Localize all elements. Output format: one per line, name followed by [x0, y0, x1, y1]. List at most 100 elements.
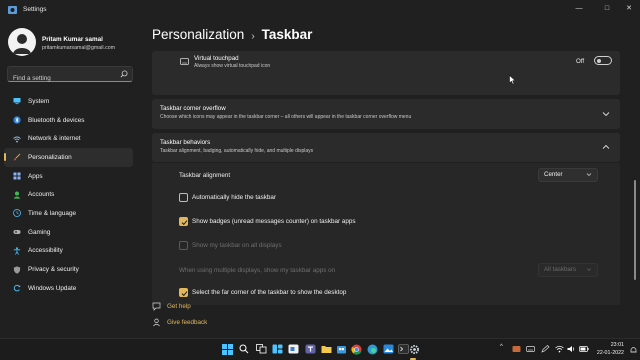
show-badges-label: Show badges (unread messages counter) on… — [192, 218, 356, 225]
sidebar-item-network[interactable]: Network & internet — [4, 129, 133, 148]
gear-icon — [409, 344, 419, 354]
tray-overflow-chevron[interactable]: ^ — [500, 344, 503, 350]
search-icon[interactable] — [120, 70, 128, 78]
alignment-value: Center — [544, 171, 563, 178]
wifi-icon — [13, 136, 21, 143]
chevron-up-icon[interactable] — [601, 143, 611, 151]
clock-globe-icon — [13, 209, 21, 218]
chevron-down-icon — [586, 173, 592, 176]
alignment-dropdown[interactable]: Center — [538, 168, 598, 182]
taskbar-settings-app[interactable] — [408, 343, 420, 355]
controller-icon — [13, 230, 21, 235]
behaviors-panel: Taskbar alignment Center Automatically h… — [152, 163, 620, 305]
search-box[interactable] — [7, 66, 133, 86]
tray-app-icon[interactable] — [512, 345, 521, 353]
sidebar-item-privacy[interactable]: Privacy & security — [4, 260, 133, 279]
corner-overflow-subtitle: Choose which icons may appear in the tas… — [160, 114, 412, 120]
all-displays-checkbox[interactable] — [179, 241, 188, 250]
battery-icon[interactable] — [579, 345, 589, 353]
user-email: pritamkumarsamal@gmail.com — [42, 45, 116, 51]
sidebar-item-label: Accessibility — [28, 247, 63, 255]
sidebar-item-windows-update[interactable]: Windows Update — [4, 279, 133, 298]
avatar[interactable] — [8, 28, 36, 56]
widgets-button[interactable] — [271, 343, 283, 355]
mouse-cursor-icon — [509, 75, 516, 85]
settings-app-icon — [8, 6, 17, 14]
notification-icon[interactable] — [630, 346, 637, 354]
sidebar-item-accounts[interactable]: Accounts — [4, 185, 133, 204]
taskbar-app-3[interactable] — [287, 343, 299, 355]
maximize-button[interactable]: □ — [596, 0, 618, 16]
sidebar-item-time-language[interactable]: Time & language — [4, 204, 133, 223]
touchpad-toggle[interactable] — [594, 56, 612, 65]
give-feedback-link[interactable]: Give feedback — [167, 319, 207, 326]
person-icon — [13, 191, 21, 199]
photos-icon — [383, 344, 393, 354]
sidebar-item-personalization[interactable]: Personalization — [4, 148, 133, 167]
show-badges-checkbox[interactable] — [179, 217, 188, 226]
update-icon — [13, 285, 21, 292]
breadcrumb-separator: › — [251, 31, 255, 42]
chevron-down-icon[interactable] — [601, 110, 611, 118]
apps-icon — [13, 172, 21, 180]
minimize-button[interactable]: — — [568, 0, 590, 16]
taskbar-app-8[interactable] — [366, 343, 378, 355]
windows-logo-icon — [221, 343, 233, 355]
checkmark-icon — [181, 291, 188, 297]
accessibility-icon — [13, 247, 21, 255]
far-corner-checkbox[interactable] — [179, 288, 188, 297]
search-icon — [239, 344, 249, 354]
main-content: Personalization › Taskbar Virtual touchpad… — [140, 20, 640, 338]
taskbar-app-9[interactable] — [382, 343, 394, 355]
far-corner-label: Select the far corner of the taskbar to … — [192, 289, 347, 296]
sidebar-item-apps[interactable]: Apps — [4, 167, 133, 186]
wifi-icon[interactable] — [555, 345, 564, 353]
taskbar-behaviors-card[interactable]: Taskbar behaviors Taskbar alignment, bad… — [152, 133, 620, 162]
multi-display-value: All taskbars — [544, 266, 576, 273]
terminal-icon — [397, 344, 409, 354]
auto-hide-label: Automatically hide the taskbar — [192, 194, 277, 201]
sidebar-item-label: Privacy & security — [28, 266, 79, 274]
taskbar-app-5[interactable] — [320, 343, 332, 355]
sidebar-item-system[interactable]: System — [4, 92, 133, 111]
meet-icon — [288, 344, 298, 354]
pen-icon[interactable] — [541, 345, 550, 353]
sidebar-item-label: Network & internet — [28, 135, 81, 143]
taskbar-app-4[interactable] — [304, 343, 316, 355]
clock[interactable]: 23:01 22-01-2022 — [597, 342, 624, 357]
task-view-button[interactable] — [255, 343, 267, 355]
edge-icon — [367, 344, 377, 354]
corner-overflow-title: Taskbar corner overflow — [160, 105, 226, 112]
help-icon — [152, 302, 161, 311]
taskbar-app-6[interactable] — [335, 343, 347, 355]
chevron-down-icon — [586, 268, 592, 271]
scrollbar[interactable] — [634, 180, 636, 280]
brush-icon — [13, 154, 21, 161]
sidebar-item-accessibility[interactable]: Accessibility — [4, 242, 133, 261]
alignment-label: Taskbar alignment — [179, 172, 231, 179]
get-help-link[interactable]: Get help — [167, 303, 191, 310]
taskbar-app-7[interactable] — [350, 343, 362, 355]
breadcrumb-parent[interactable]: Personalization — [152, 27, 244, 42]
touchpad-icon — [180, 58, 189, 65]
clock-time: 23:01 — [610, 342, 624, 348]
search-input[interactable] — [8, 71, 116, 86]
touchpad-title: Virtual touchpad — [194, 55, 239, 62]
volume-icon[interactable] — [567, 345, 576, 353]
monitor-icon — [13, 98, 21, 105]
sidebar-item-bluetooth[interactable]: Bluetooth & devices — [4, 111, 133, 130]
widgets-icon — [272, 344, 282, 354]
user-silhouette-icon — [13, 34, 31, 54]
close-button[interactable]: ✕ — [618, 0, 640, 16]
start-button[interactable] — [221, 343, 233, 355]
sidebar-item-label: Time & language — [28, 209, 77, 217]
sidebar-item-label: Apps — [28, 172, 43, 180]
multi-display-dropdown[interactable]: All taskbars — [538, 263, 598, 277]
corner-overflow-card[interactable]: Taskbar corner overflow Choose which ico… — [152, 99, 620, 129]
task-view-icon — [255, 344, 266, 354]
taskbar-search-button[interactable] — [238, 343, 250, 355]
auto-hide-checkbox[interactable] — [179, 193, 188, 202]
keyboard-icon[interactable] — [526, 345, 535, 353]
multi-display-label: When using multiple displays, show my ta… — [179, 267, 336, 274]
sidebar-item-gaming[interactable]: Gaming — [4, 223, 133, 242]
